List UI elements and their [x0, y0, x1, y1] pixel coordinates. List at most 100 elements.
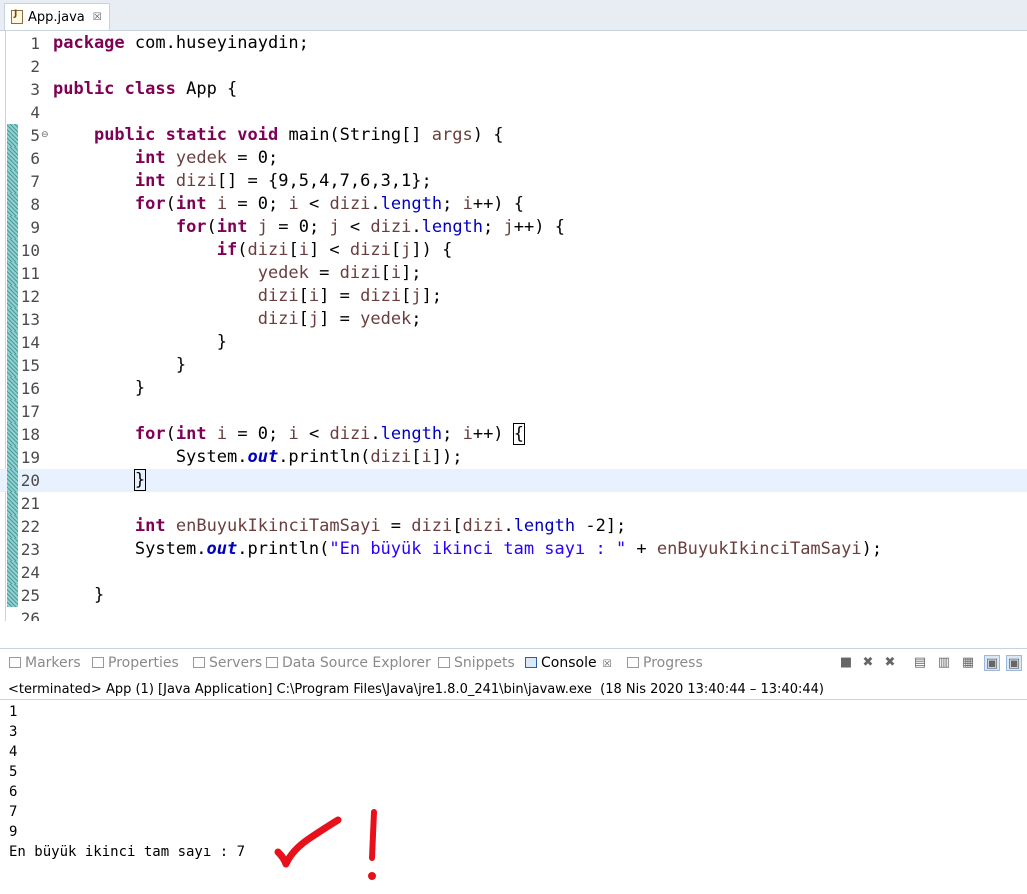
code-line[interactable]: 26 [0, 607, 1027, 621]
terminate-icon[interactable]: ■ [838, 655, 854, 671]
tab-label: Markers [25, 655, 81, 671]
code-line[interactable]: 24 [0, 561, 1027, 584]
line-number: 26 [20, 609, 40, 621]
tab-properties[interactable]: Properties [92, 655, 179, 671]
line-number: 18 [20, 425, 40, 444]
code-line[interactable]: 10 if(dizi[i] < dizi[j]) { [0, 239, 1027, 262]
code-line[interactable]: 16 } [0, 377, 1027, 400]
change-marker [7, 285, 18, 308]
code-line[interactable]: 15 } [0, 354, 1027, 377]
line-number: 4 [30, 103, 40, 122]
line-number: 7 [30, 172, 40, 191]
code-text[interactable]: int yedek = 0; [53, 147, 278, 170]
code-line[interactable]: 6 int yedek = 0; [0, 147, 1027, 170]
scroll-left-icon[interactable]: ‹ [56, 620, 62, 621]
tab-label: Properties [108, 655, 179, 671]
line-number: 24 [20, 563, 40, 582]
code-text[interactable]: System.out.println(dizi[i]); [53, 446, 463, 469]
tab-console[interactable]: Console ☒ [525, 655, 612, 671]
code-text[interactable]: dizi[j] = yedek; [53, 308, 422, 331]
code-line[interactable]: 1 package com.huseyinaydin; [0, 32, 1027, 55]
code-line[interactable]: 11 yedek = dizi[i]; [0, 262, 1027, 285]
snippets-icon [438, 657, 450, 668]
code-line[interactable]: 2 [0, 55, 1027, 78]
change-marker [7, 423, 18, 446]
console-output-line: 4 [9, 744, 18, 760]
code-text[interactable]: } [53, 377, 145, 400]
code-text[interactable]: if(dizi[i] < dizi[j]) { [53, 239, 453, 262]
code-text[interactable]: yedek = dizi[i]; [53, 262, 422, 285]
code-line[interactable]: 13 dizi[j] = yedek; [0, 308, 1027, 331]
change-marker [7, 561, 18, 584]
tab-markers[interactable]: Markers [9, 655, 81, 671]
line-number: 6 [30, 149, 40, 168]
tab-label: App.java [28, 9, 85, 25]
word-wrap-icon[interactable]: ▦ [960, 655, 976, 671]
console-output-line: 7 [9, 804, 18, 820]
change-marker [7, 308, 18, 331]
code-text[interactable]: int enBuyukIkinciTamSayi = dizi[dizi.len… [53, 515, 626, 538]
scroll-lock-icon[interactable]: ▥ [936, 655, 952, 671]
display-console-icon[interactable]: ▣ [1006, 655, 1022, 671]
code-text[interactable]: public static void main(String[] args) { [53, 124, 504, 147]
tab-progress[interactable]: Progress [627, 655, 703, 671]
change-marker [7, 331, 18, 354]
code-line[interactable]: 5 ⊖ public static void main(String[] args… [0, 124, 1027, 147]
code-line[interactable]: 22 int enBuyukIkinciTamSayi = dizi[dizi.… [0, 515, 1027, 538]
line-number: 3 [30, 80, 40, 99]
line-number: 11 [20, 264, 40, 283]
code-text[interactable]: dizi[i] = dizi[j]; [53, 285, 442, 308]
tab-data-source-explorer[interactable]: Data Source Explorer [266, 655, 431, 671]
code-text[interactable]: int dizi[] = {9,5,4,7,6,3,1}; [53, 170, 432, 193]
console-output-line: 1 [9, 704, 18, 720]
code-editor[interactable]: 1 package com.huseyinaydin; 2 3 public class… [0, 31, 1027, 621]
console-icon [525, 657, 537, 668]
line-number: 15 [20, 356, 40, 375]
remove-all-launches-icon[interactable]: ✖ [882, 655, 898, 671]
code-line[interactable]: 17 [0, 400, 1027, 423]
code-text[interactable]: } [53, 331, 227, 354]
fold-toggle-icon[interactable]: ⊖ [41, 124, 49, 147]
code-text[interactable]: System.out.println("En büyük ikinci tam … [53, 538, 882, 561]
close-icon[interactable]: ☒ [93, 12, 102, 23]
change-marker [7, 446, 18, 469]
code-line[interactable]: 7 int dizi[] = {9,5,4,7,6,3,1}; [0, 170, 1027, 193]
code-line[interactable]: 4 [0, 101, 1027, 124]
line-number: 2 [30, 57, 40, 76]
close-icon[interactable]: ☒ [603, 659, 612, 670]
code-line[interactable]: 12 dizi[i] = dizi[j]; [0, 285, 1027, 308]
code-text[interactable]: for(int i = 0; i < dizi.length; i++) { [53, 423, 526, 446]
tab-label: Progress [643, 655, 703, 671]
code-text[interactable]: } [53, 469, 147, 492]
clear-console-icon[interactable]: ▤ [912, 655, 928, 671]
annotation-checkmark-icon [274, 809, 377, 880]
code-text[interactable]: for(int i = 0; i < dizi.length; i++) { [53, 193, 524, 216]
tab-app-java[interactable]: App.java ☒ [4, 3, 110, 30]
code-line[interactable]: 25 } [0, 584, 1027, 607]
code-line[interactable]: 18 for(int i = 0; i < dizi.length; i++) … [0, 423, 1027, 446]
pin-console-icon[interactable]: ▣ [984, 655, 1000, 671]
code-line[interactable]: 8 for(int i = 0; i < dizi.length; i++) { [0, 193, 1027, 216]
change-marker [7, 147, 18, 170]
code-line[interactable]: 3 public class App { [0, 78, 1027, 101]
code-line[interactable]: 9 for(int j = 0; j < dizi.length; j++) { [0, 216, 1027, 239]
tab-servers[interactable]: Servers [193, 655, 262, 671]
code-line[interactable]: 14 } [0, 331, 1027, 354]
line-number: 22 [20, 517, 40, 536]
code-line[interactable]: 23 System.out.println("En büyük ikinci t… [0, 538, 1027, 561]
tab-snippets[interactable]: Snippets [438, 655, 515, 671]
line-number: 20 [20, 471, 40, 490]
code-text[interactable]: } [53, 584, 104, 607]
change-marker [7, 216, 18, 239]
servers-icon [193, 657, 205, 668]
code-line[interactable]: 20 } [0, 469, 1027, 492]
code-line[interactable]: 19 System.out.println(dizi[i]); [0, 446, 1027, 469]
code-text[interactable]: } [53, 354, 186, 377]
code-text[interactable]: public class App { [53, 78, 237, 101]
code-text[interactable]: for(int j = 0; j < dizi.length; j++) { [53, 216, 565, 239]
line-number: 16 [20, 379, 40, 398]
code-text[interactable]: package com.huseyinaydin; [53, 32, 309, 55]
change-marker [7, 515, 18, 538]
code-line[interactable]: 21 [0, 492, 1027, 515]
remove-launch-icon[interactable]: ✖ [860, 655, 876, 671]
